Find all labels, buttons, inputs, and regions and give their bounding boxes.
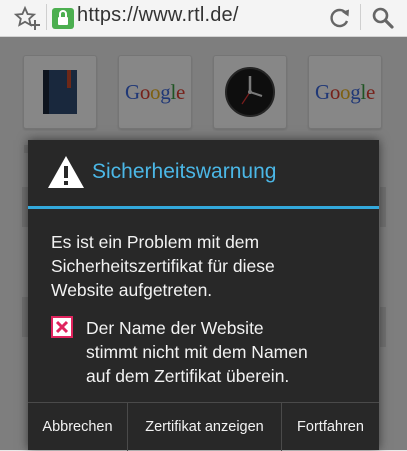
continue-button[interactable]: Fortfahren: [281, 403, 379, 451]
toolbar-separator: [360, 4, 361, 30]
bookmark-add-icon[interactable]: [12, 3, 42, 33]
secure-lock-icon[interactable]: [51, 3, 75, 33]
title-divider: [28, 206, 379, 209]
cancel-button[interactable]: Abbrechen: [28, 403, 127, 451]
message-line: Sicherheitszertifikat für diese: [51, 256, 275, 276]
dialog-message: Es ist ein Problem mit dem Sicherheitsze…: [51, 230, 366, 302]
error-line: Der Name der Website: [86, 318, 264, 338]
error-line: auf dem Zertifikat überein.: [86, 366, 290, 386]
error-line: stimmt nicht mit dem Namen: [86, 342, 308, 362]
toolbar-separator: [46, 4, 47, 30]
search-icon[interactable]: [368, 3, 398, 33]
message-line: Es ist ein Problem mit dem: [51, 232, 260, 252]
browser-toolbar: https://www.rtl.de/: [0, 0, 407, 37]
dialog-title: Sicherheitswarnung: [92, 160, 277, 183]
certificate-error-text: Der Name der Website stimmt nicht mit de…: [86, 316, 376, 388]
error-x-icon: [51, 316, 73, 338]
dialog-button-bar: Abbrechen Zertifikat anzeigen Fortfahren: [28, 402, 379, 451]
message-line: Website aufgetreten.: [51, 280, 213, 300]
warning-icon: [48, 156, 84, 188]
security-warning-dialog: Sicherheitswarnung Es ist ein Problem mi…: [28, 140, 379, 451]
url-bar[interactable]: https://www.rtl.de/: [77, 4, 239, 27]
reload-icon[interactable]: [325, 3, 355, 33]
view-certificate-button[interactable]: Zertifikat anzeigen: [127, 403, 281, 451]
